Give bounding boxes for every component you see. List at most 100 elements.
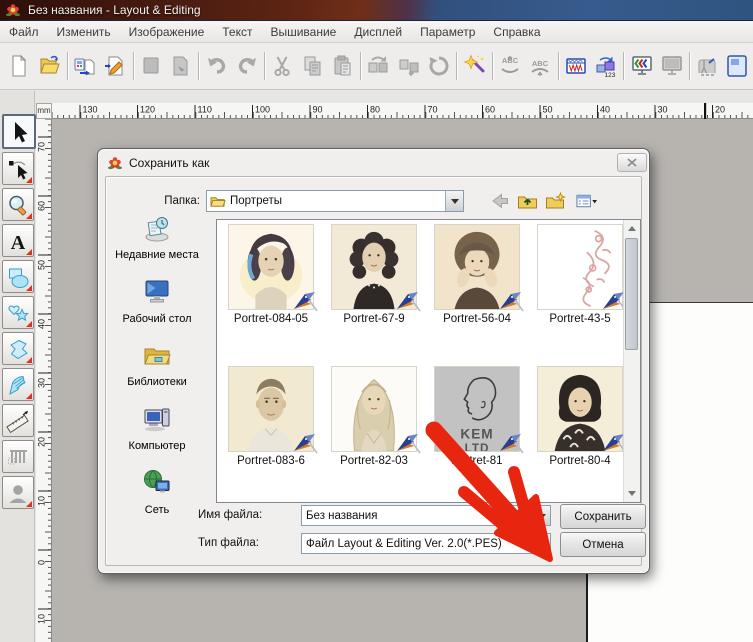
menu-изображение[interactable]: Изображение: [120, 23, 214, 41]
file-item[interactable]: Portret-82-03: [326, 366, 422, 467]
libraries-icon: [142, 340, 172, 373]
screen-preview-icon: [658, 50, 686, 82]
file-name: Portret-084-05: [223, 313, 319, 325]
svg-text:60: 60: [485, 105, 495, 115]
menu-дисплей[interactable]: Дисплей: [345, 23, 411, 41]
sew-order-icon[interactable]: 123: [592, 50, 620, 82]
toolbar-separator: [133, 52, 134, 80]
tool-outline-shape-icon[interactable]: [2, 332, 34, 365]
file-name: Portret-82-03: [326, 455, 422, 467]
file-thumbnail[interactable]: [537, 366, 623, 452]
import-design-icon[interactable]: [71, 50, 99, 82]
dialog-title-bar[interactable]: Сохранить как: [98, 149, 649, 176]
file-item[interactable]: Portret-43-5: [532, 224, 628, 325]
close-icon[interactable]: [617, 153, 647, 172]
menu-параметр[interactable]: Параметр: [411, 23, 484, 41]
file-thumbnail[interactable]: KEMLTD: [434, 366, 520, 452]
chevron-down-icon[interactable]: [532, 534, 550, 553]
svg-text:120: 120: [140, 105, 155, 115]
cancel-button[interactable]: Отмена: [560, 532, 646, 557]
tool-measure-icon[interactable]: [2, 404, 34, 437]
new-document-icon[interactable]: [5, 50, 33, 82]
svg-text:30: 30: [658, 105, 668, 115]
folder-combo[interactable]: Портреты: [206, 190, 464, 212]
stitch-view-icon[interactable]: [562, 50, 590, 82]
scroll-up-icon[interactable]: [624, 221, 639, 236]
file-list[interactable]: Portret-084-05 Portret-67-9 Portret-56-04 P…: [216, 219, 641, 503]
refresh-icon: [425, 50, 453, 82]
tool-text-icon[interactable]: A: [2, 224, 34, 257]
open-file-icon[interactable]: [35, 50, 63, 82]
chevron-down-icon[interactable]: [445, 191, 463, 211]
file-item[interactable]: Portret-80-4: [532, 366, 628, 467]
group-rotate-icon: [364, 50, 392, 82]
tool-stitch-attributes-icon[interactable]: [2, 440, 34, 473]
svg-text:20: 20: [37, 437, 47, 447]
menu-текст[interactable]: Текст: [213, 23, 261, 41]
vertical-ruler: 70605040302010010: [36, 119, 52, 642]
svg-text:80: 80: [370, 105, 380, 115]
realistic-view-icon[interactable]: [627, 50, 655, 82]
group-flip-icon: [395, 50, 423, 82]
network-icon: [142, 468, 172, 501]
file-item[interactable]: Portret-67-9: [326, 224, 422, 325]
undo-icon: [202, 50, 230, 82]
cut-icon: [268, 50, 296, 82]
file-list-scrollbar[interactable]: [623, 220, 640, 502]
new-folder-icon[interactable]: [542, 190, 568, 212]
file-item[interactable]: Portret-083-6: [223, 366, 319, 467]
menu-файл[interactable]: Файл: [0, 23, 48, 41]
file-name: Portret-80-4: [532, 455, 628, 467]
place-computer[interactable]: Компьютер: [129, 404, 186, 453]
mode-page-icon: [167, 50, 195, 82]
filename-value[interactable]: Без названия: [302, 510, 532, 522]
filetype-combo[interactable]: Файл Layout & Editing Ver. 2.0(*.PES): [301, 533, 551, 554]
toolbar-separator: [623, 52, 624, 80]
place-desktop[interactable]: Рабочий стол: [122, 277, 191, 326]
recent-places-icon: [142, 213, 172, 246]
ruler-unit-box: mm: [36, 103, 52, 119]
image-wizard-icon[interactable]: [460, 50, 488, 82]
write-machine-icon: [693, 50, 721, 82]
title-bar[interactable]: Без названия - Layout & Editing: [0, 0, 753, 21]
file-thumbnail[interactable]: [537, 224, 623, 310]
file-thumbnail[interactable]: [434, 224, 520, 310]
file-thumbnail[interactable]: [228, 366, 314, 452]
folder-icon: [210, 194, 226, 208]
place-libraries[interactable]: Библиотеки: [127, 340, 187, 389]
scrollbar-thumb[interactable]: [625, 238, 638, 350]
file-thumbnail[interactable]: [331, 366, 417, 452]
menu-справка[interactable]: Справка: [484, 23, 549, 41]
tool-portrait-icon[interactable]: [2, 476, 34, 509]
chevron-down-icon[interactable]: [532, 506, 550, 525]
file-thumbnail[interactable]: [331, 224, 417, 310]
menu-вышивание[interactable]: Вышивание: [261, 23, 345, 41]
file-item[interactable]: Portret-56-04: [429, 224, 525, 325]
place-recent-places[interactable]: Недавние места: [115, 213, 199, 262]
file-name: Portret-67-9: [326, 313, 422, 325]
view-menu-icon[interactable]: [570, 190, 604, 212]
design-wizard-icon[interactable]: [101, 50, 129, 82]
place-network[interactable]: Сеть: [142, 468, 172, 517]
tool-basic-shapes-icon[interactable]: [2, 260, 34, 293]
tool-star-shapes-icon[interactable]: [2, 296, 34, 329]
scroll-down-icon[interactable]: [624, 486, 639, 501]
memory-card-icon[interactable]: [724, 50, 752, 82]
file-thumbnail[interactable]: [228, 224, 314, 310]
tool-zoom-icon[interactable]: [2, 188, 34, 221]
file-item[interactable]: Portret-084-05: [223, 224, 319, 325]
filetype-value[interactable]: Файл Layout & Editing Ver. 2.0(*.PES): [302, 538, 532, 550]
svg-text:110: 110: [198, 105, 212, 115]
up-folder-icon[interactable]: [514, 190, 540, 212]
svg-text:123: 123: [605, 72, 616, 78]
save-button[interactable]: Сохранить: [560, 504, 646, 529]
tool-point-edit-icon[interactable]: [2, 152, 34, 185]
svg-text:50: 50: [543, 105, 553, 115]
app-flower-icon: [6, 3, 20, 17]
filename-combo[interactable]: Без названия: [301, 505, 551, 526]
menu-изменить[interactable]: Изменить: [48, 23, 120, 41]
tool-manual-punch-icon[interactable]: [2, 368, 34, 401]
file-name: Portret-43-5: [532, 313, 628, 325]
tool-select-icon[interactable]: [2, 114, 36, 149]
file-item[interactable]: KEMLTDPortret-81: [429, 366, 525, 467]
